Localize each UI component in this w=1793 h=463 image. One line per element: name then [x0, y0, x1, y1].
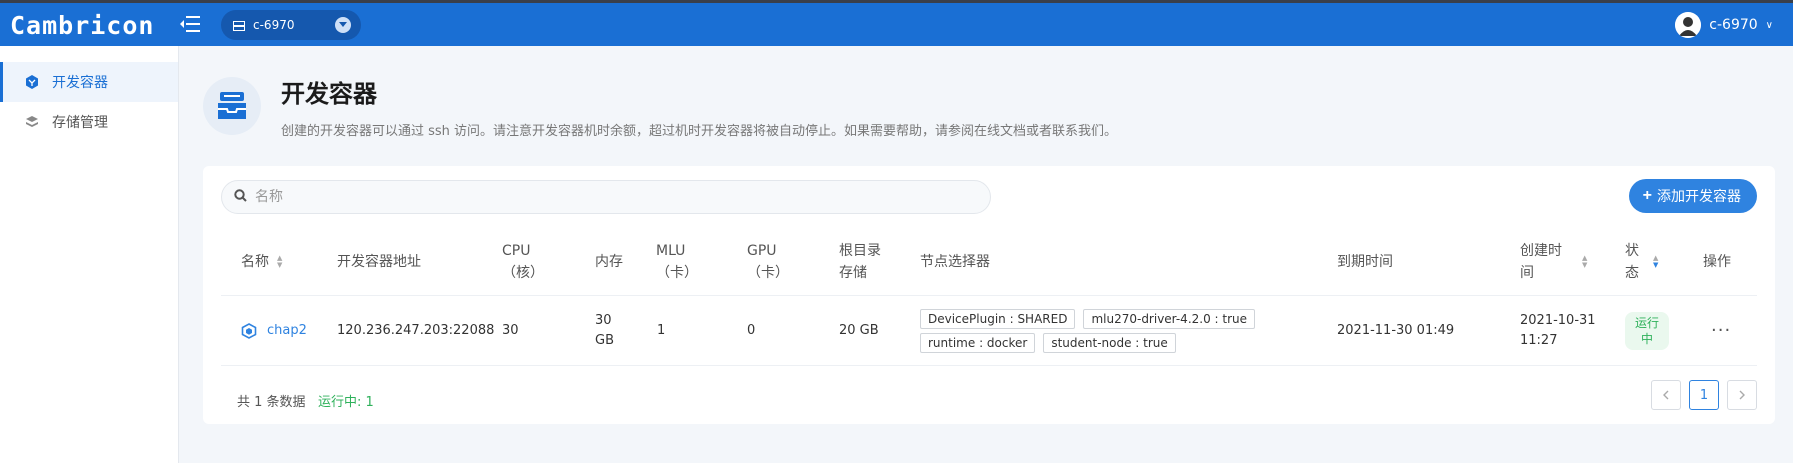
more-icon[interactable]: ···	[1711, 320, 1731, 341]
avatar	[1675, 12, 1702, 38]
node-selector-tag: mlu270-driver-4.2.0 : true	[1083, 308, 1256, 329]
top-bar: Cambricon c-6970 c-6970 ∨	[0, 0, 1793, 46]
col-node-selector: 节点选择器	[920, 253, 990, 270]
col-status-label-1: 状	[1625, 242, 1639, 259]
container-name: chap2	[267, 323, 307, 338]
server-icon	[233, 20, 245, 31]
row-actions[interactable]: ···	[1711, 296, 1731, 365]
page-button-current[interactable]: 1	[1689, 380, 1719, 410]
row-status: 运行 中	[1625, 296, 1669, 365]
user-menu[interactable]: c-6970 ∨	[1675, 12, 1773, 38]
container-icon	[241, 322, 257, 339]
col-name[interactable]: 名称 ▲ ▼	[241, 228, 282, 295]
node-selector-tag: student-node : true	[1043, 332, 1176, 353]
row-cpu: 30	[502, 323, 519, 338]
status-text-2: 中	[1640, 331, 1653, 346]
row-name[interactable]: chap2	[241, 296, 307, 365]
sidebar-item-label: 存储管理	[52, 115, 108, 131]
container-name-link[interactable]: chap2	[241, 322, 307, 339]
col-created-label-2: 间	[1520, 264, 1534, 281]
add-container-label: 添加开发容器	[1657, 188, 1741, 204]
status-text-1: 运行	[1634, 315, 1659, 330]
row-root-storage: 20 GB	[839, 323, 879, 338]
col-cpu: CPU （核）	[502, 228, 544, 295]
node-selector-tags: DevicePlugin : SHARED mlu270-driver-4.2.…	[920, 308, 1260, 353]
row-expire: 2021-11-30 01:49	[1337, 323, 1455, 338]
col-cpu-unit: （核）	[502, 264, 544, 281]
col-expire: 到期时间	[1337, 253, 1393, 270]
layers-icon	[24, 114, 40, 130]
total-count: 共 1 条数据	[237, 395, 306, 410]
page-title: 开发容器	[281, 80, 377, 108]
row-created-time: 11:27	[1520, 332, 1558, 348]
col-status-label: 状 态	[1625, 240, 1639, 284]
col-mlu-unit: （卡）	[656, 264, 698, 281]
col-cpu-label: CPU	[502, 242, 531, 259]
row-memory-value: 30	[595, 312, 612, 328]
sort-icon[interactable]: ▲ ▼	[1653, 254, 1658, 269]
row-mlu: 1	[657, 323, 666, 338]
node-selector-tag: runtime : docker	[920, 332, 1036, 353]
col-created-label-1: 创建时	[1520, 242, 1562, 259]
container-icon	[24, 74, 40, 90]
logo[interactable]: Cambricon	[10, 11, 154, 40]
table-header: 名称 ▲ ▼ 开发容器地址 CPU （核） 内存 MLU （卡） GPU （卡） …	[221, 228, 1757, 296]
sort-icon[interactable]: ▲ ▼	[1582, 254, 1587, 269]
sidebar-item-dev-containers[interactable]: 开发容器	[0, 62, 178, 102]
cluster-select[interactable]: c-6970	[221, 10, 361, 40]
add-container-button[interactable]: + 添加开发容器	[1628, 179, 1757, 213]
container-list-card: + 添加开发容器 名称 ▲▼ 开发容器地址 CPU （核） 内存 MLU （卡）…	[203, 166, 1775, 424]
col-actions: 操作	[1703, 253, 1731, 270]
col-mlu: MLU （卡）	[656, 228, 698, 295]
prev-page-button[interactable]	[1651, 380, 1681, 410]
col-name-label: 名称	[241, 253, 269, 270]
col-status[interactable]: 状 态 ▲ ▼	[1625, 228, 1658, 295]
sort-icon[interactable]: ▲ ▼	[277, 254, 282, 269]
inbox-icon	[203, 77, 261, 135]
row-memory-unit: GB	[595, 332, 614, 348]
search-box	[221, 180, 991, 214]
user-name: c-6970	[1709, 17, 1758, 33]
chevron-right-icon	[1739, 390, 1745, 400]
col-root-label-2: 存储	[839, 264, 867, 281]
row-created: 2021-10-31 11:27	[1520, 296, 1596, 365]
next-page-button[interactable]	[1727, 380, 1757, 410]
row-address: 120.236.247.203:22088	[337, 323, 495, 338]
col-root-label: 根目录	[839, 242, 881, 259]
container-table: 名称 ▲ ▼ 开发容器地址 CPU （核） 内存 MLU （卡） GPU （卡） …	[221, 228, 1757, 366]
chevron-down-icon: ∨	[1765, 19, 1773, 31]
col-gpu: GPU （卡）	[747, 228, 789, 295]
page-description: 创建的开发容器可以通过 ssh 访问。请注意开发容器机时余额，超过机时开发容器将…	[281, 124, 1118, 139]
sidebar-item-label: 开发容器	[52, 75, 108, 91]
col-gpu-label: GPU	[747, 242, 777, 259]
node-selector-tag: DevicePlugin : SHARED	[920, 308, 1076, 329]
sidebar: 开发容器 存储管理	[0, 46, 179, 463]
pagination: 1	[1651, 380, 1757, 410]
col-memory: 内存	[595, 253, 623, 270]
col-created-label: 创建时 间	[1520, 240, 1562, 284]
col-gpu-unit: （卡）	[747, 264, 789, 281]
col-created[interactable]: 创建时 间 ▲ ▼	[1520, 228, 1587, 295]
col-root-storage: 根目录 存储	[839, 228, 881, 295]
row-created-date: 2021-10-31	[1520, 312, 1596, 328]
chevron-down-icon	[335, 17, 351, 33]
col-status-label-2: 态	[1625, 264, 1639, 281]
col-address: 开发容器地址	[337, 253, 421, 270]
search-input[interactable]	[255, 189, 955, 205]
search-icon	[234, 188, 247, 206]
row-node-selector: DevicePlugin : SHARED mlu270-driver-4.2.…	[920, 296, 1260, 365]
chevron-left-icon	[1663, 390, 1669, 400]
plus-icon: +	[1642, 187, 1652, 204]
menu-toggle-icon[interactable]	[180, 15, 200, 33]
status-badge: 运行 中	[1625, 311, 1669, 350]
sidebar-item-storage[interactable]: 存储管理	[0, 102, 178, 142]
col-mlu-label: MLU	[656, 242, 686, 259]
table-row: chap2 120.236.247.203:22088 30 30 GB 1 0…	[221, 296, 1757, 366]
cluster-select-value: c-6970	[253, 18, 295, 32]
row-gpu: 0	[747, 323, 756, 338]
row-memory: 30 GB	[595, 296, 614, 365]
running-count: 运行中: 1	[318, 395, 374, 410]
